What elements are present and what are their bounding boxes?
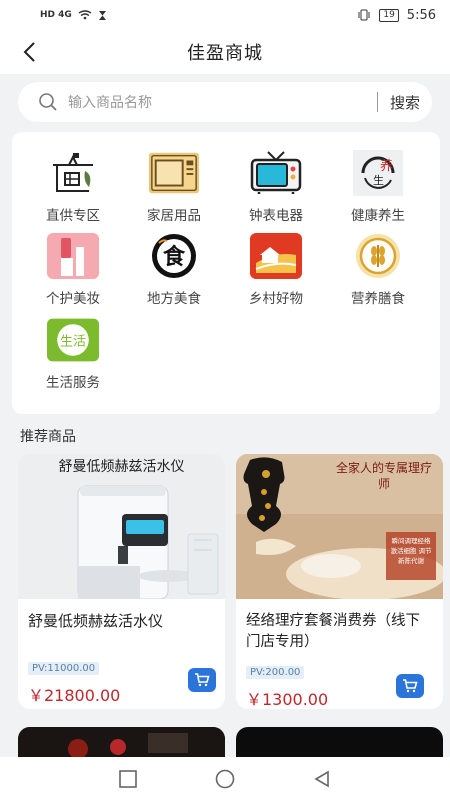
home-button[interactable] bbox=[213, 767, 237, 791]
product-image: 舒曼低频赫兹活水仪 bbox=[18, 454, 225, 599]
hourglass-icon bbox=[98, 10, 106, 20]
category-label: 钟表电器 bbox=[249, 208, 303, 224]
category-label: 直供专区 bbox=[46, 208, 100, 224]
product-card-partial[interactable] bbox=[236, 727, 443, 757]
page-title: 佳盈商城 bbox=[187, 43, 263, 64]
category-label: 营养膳食 bbox=[351, 291, 405, 307]
category-health[interactable]: 养生 健康养生 bbox=[333, 150, 423, 224]
svg-text:养: 养 bbox=[380, 158, 393, 174]
circle-icon bbox=[215, 769, 235, 788]
search-button[interactable]: 搜索 bbox=[390, 92, 420, 113]
product-image-caption: 舒曼低频赫兹活水仪 bbox=[58, 459, 185, 475]
product-price: ￥1300.00 bbox=[246, 690, 329, 709]
search-input[interactable]: 输入商品名称 bbox=[68, 92, 377, 112]
clock: 5:56 bbox=[406, 7, 436, 23]
category-label: 家居用品 bbox=[147, 208, 201, 224]
category-grid: 直供专区 家居用品 钟表电器 养生 健康养生 个护美妆 食 地方美食 乡村好物 … bbox=[12, 132, 440, 414]
category-label: 个护美妆 bbox=[46, 291, 100, 307]
category-label: 生活服务 bbox=[46, 375, 100, 391]
product-card-partial[interactable] bbox=[18, 727, 225, 757]
status-right: 19 5:56 bbox=[357, 8, 436, 23]
svg-text:生活: 生活 bbox=[60, 335, 86, 350]
category-direct-supply[interactable]: 直供专区 bbox=[28, 150, 118, 224]
product-name: 经络理疗套餐消费券（线下门店专用） bbox=[246, 613, 420, 650]
svg-text:食: 食 bbox=[163, 244, 186, 270]
category-label: 乡村好物 bbox=[249, 291, 303, 307]
store-icon bbox=[47, 150, 99, 196]
status-left: HD 4G bbox=[40, 10, 107, 21]
add-to-cart-button[interactable] bbox=[396, 674, 424, 698]
product-card[interactable]: 舒曼低频赫兹活水仪 舒曼低频赫兹活水仪 PV:11000.00 ￥21800.0… bbox=[18, 454, 225, 709]
lipstick-icon bbox=[47, 233, 99, 279]
section-title: 推荐商品 bbox=[20, 429, 76, 445]
tv-icon bbox=[250, 150, 302, 196]
category-label: 健康养生 bbox=[351, 208, 405, 224]
back-button[interactable] bbox=[16, 39, 42, 65]
village-icon bbox=[250, 233, 302, 279]
category-village-goods[interactable]: 乡村好物 bbox=[231, 233, 321, 307]
triangle-back-icon bbox=[314, 770, 329, 787]
product-card[interactable]: 全家人的专属理疗师 瞬间调理经络 激活细胞 调节新陈代谢 经络理疗套餐消费券（线… bbox=[236, 454, 443, 709]
vibrate-icon bbox=[358, 9, 370, 21]
search-divider bbox=[376, 92, 378, 112]
wifi-icon bbox=[78, 10, 92, 20]
category-local-food[interactable]: 食 地方美食 bbox=[129, 233, 219, 307]
cart-icon bbox=[195, 673, 210, 687]
category-life-services[interactable]: 生活 生活服务 bbox=[28, 317, 118, 391]
product-pv: PV:200.00 bbox=[246, 666, 305, 679]
category-personal-care[interactable]: 个护美妆 bbox=[28, 233, 118, 307]
life-service-icon: 生活 bbox=[47, 317, 99, 363]
category-home-goods[interactable]: 家居用品 bbox=[129, 150, 219, 224]
app-bar: 佳盈商城 bbox=[0, 30, 450, 74]
product-image: 全家人的专属理疗师 瞬间调理经络 激活细胞 调节新陈代谢 bbox=[236, 454, 443, 599]
system-nav-bar bbox=[0, 757, 450, 800]
status-bar: HD 4G 19 5:56 bbox=[0, 0, 450, 30]
square-icon bbox=[119, 769, 138, 788]
product-pv: PV:11000.00 bbox=[28, 662, 100, 675]
category-clocks-appliances[interactable]: 钟表电器 bbox=[231, 150, 321, 224]
network-indicator: HD 4G bbox=[40, 10, 72, 20]
microwave-icon bbox=[148, 150, 200, 196]
health-icon: 养生 bbox=[352, 150, 404, 196]
food-icon: 食 bbox=[148, 233, 200, 279]
nav-back-button[interactable] bbox=[310, 767, 334, 791]
product-image-caption: 全家人的专属理疗师 bbox=[335, 461, 432, 491]
search-icon bbox=[38, 92, 58, 112]
back-arrow-icon bbox=[23, 42, 35, 62]
category-nutrition[interactable]: 营养膳食 bbox=[333, 233, 423, 307]
add-to-cart-button[interactable] bbox=[188, 668, 216, 692]
product-price: ￥21800.00 bbox=[28, 686, 121, 705]
search-bar: 输入商品名称 搜索 bbox=[18, 82, 432, 122]
grain-icon bbox=[352, 233, 404, 279]
recents-button[interactable] bbox=[116, 767, 140, 791]
product-name: 舒曼低频赫兹活水仪 bbox=[28, 612, 164, 630]
battery-indicator: 19 bbox=[379, 8, 399, 22]
svg-text:生: 生 bbox=[373, 173, 384, 187]
cart-icon bbox=[403, 679, 418, 693]
product-image-note: 瞬间调理经络 激活细胞 调节新陈代谢 bbox=[390, 537, 432, 565]
category-label: 地方美食 bbox=[147, 291, 201, 307]
